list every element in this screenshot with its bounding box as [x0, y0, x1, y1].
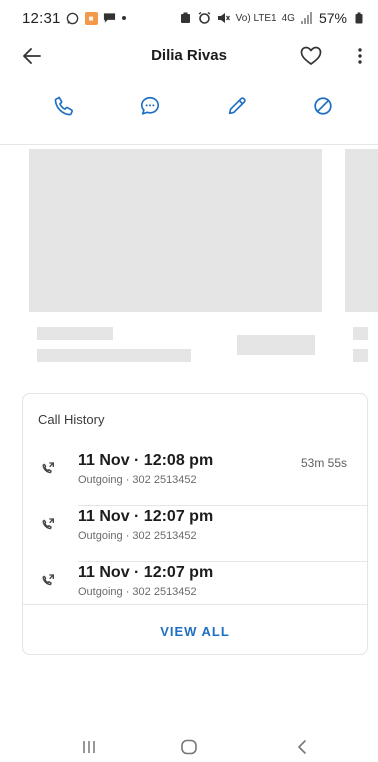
network-type-label: 4G [281, 12, 295, 24]
call-history-card: Call History 11 Nov · 12:08 pm Outgoing … [22, 393, 368, 655]
more-vert-icon [358, 47, 362, 69]
back-nav-button[interactable] [282, 738, 322, 760]
message-icon [139, 95, 161, 122]
edit-button[interactable] [221, 92, 253, 124]
call-history-row[interactable]: 11 Nov · 12:07 pm Outgoing · 302 2513452 [23, 506, 367, 562]
outgoing-call-icon [39, 460, 57, 478]
call-button[interactable] [48, 92, 80, 124]
outgoing-call-icon [39, 572, 57, 590]
image-placeholder-next [345, 149, 378, 312]
phone-icon [53, 95, 75, 122]
outgoing-call-icon [39, 516, 57, 534]
home-button[interactable] [169, 738, 209, 760]
text-placeholder [353, 349, 368, 362]
battery-icon [352, 11, 366, 25]
back-button[interactable] [18, 44, 46, 72]
call-details: Outgoing · 302 2513452 [78, 474, 197, 486]
signal-icon [300, 11, 314, 25]
whatsapp-icon [66, 11, 80, 25]
call-date-time: 11 Nov · 12:07 pm [78, 508, 214, 525]
notification-badge-icon: ■ [84, 11, 98, 25]
contact-actions [0, 88, 378, 128]
image-placeholder [29, 149, 322, 312]
heart-icon [300, 46, 322, 71]
call-details: Outgoing · 302 2513452 [78, 586, 197, 598]
view-all-button[interactable]: VIEW ALL [23, 624, 367, 639]
more-options-button[interactable] [350, 44, 370, 72]
call-details: Outgoing · 302 2513452 [78, 530, 197, 542]
message-button[interactable] [134, 92, 166, 124]
pencil-icon [226, 95, 248, 122]
volte-label: Vo) LTE1 [235, 12, 277, 24]
favorite-button[interactable] [296, 44, 326, 72]
status-time: 12:31 [22, 9, 61, 27]
status-bar: 12:31 ■ Vo) LTE1 4G 57% [0, 0, 378, 36]
recent-apps-icon [81, 740, 97, 759]
status-bar-left: 12:31 ■ [22, 10, 126, 27]
block-icon [312, 95, 334, 122]
chevron-left-icon [297, 739, 307, 760]
mute-icon [217, 11, 231, 25]
recent-apps-button[interactable] [69, 738, 109, 760]
call-history-title: Call History [38, 412, 105, 427]
alarm-icon [198, 11, 212, 25]
call-duration: 53m 55s [300, 456, 347, 470]
call-history-row[interactable]: 11 Nov · 12:07 pm Outgoing · 302 2513452 [23, 562, 367, 618]
status-bar-right: Vo) LTE1 4G 57% [179, 10, 366, 26]
button-placeholder [237, 335, 315, 355]
arrow-left-icon [23, 47, 41, 69]
call-history-row[interactable]: 11 Nov · 12:08 pm Outgoing · 302 2513452… [23, 450, 367, 506]
call-date-time: 11 Nov · 12:07 pm [78, 564, 214, 581]
text-placeholder [37, 349, 191, 362]
text-placeholder [353, 327, 368, 340]
home-icon [180, 739, 198, 760]
divider [0, 144, 378, 145]
dot-icon [121, 16, 126, 20]
system-nav-bar [0, 736, 378, 762]
battery-saver-icon [179, 11, 193, 25]
block-button[interactable] [307, 92, 339, 124]
app-bar: Dilia Rivas [0, 36, 378, 80]
chat-icon [103, 11, 117, 25]
divider [23, 604, 367, 605]
battery-percent: 57% [318, 10, 347, 26]
call-date-time: 11 Nov · 12:08 pm [78, 452, 214, 469]
text-placeholder [37, 327, 113, 340]
